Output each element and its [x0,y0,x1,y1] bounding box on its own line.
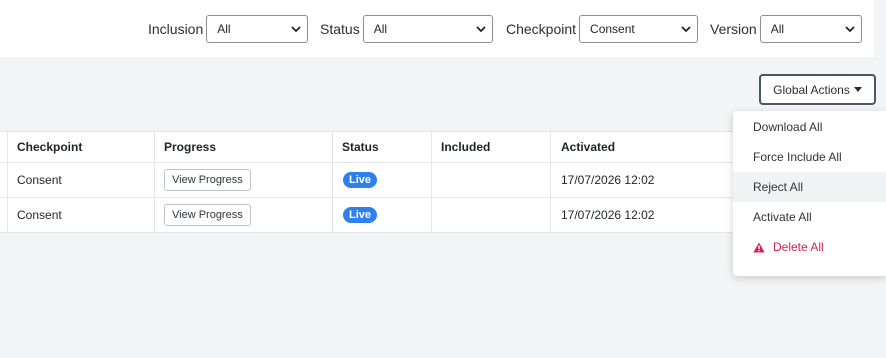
inclusion-label: Inclusion [148,21,204,37]
chevron-down-icon [845,26,855,33]
cell-status: Live [343,163,378,197]
checkpoint-select-value: Consent [590,22,635,36]
column-divider [550,163,551,197]
cell-activated: 17/07/2026 12:02 [561,208,655,222]
column-divider [7,163,8,197]
checkpoint-filter: Checkpoint Consent [506,14,699,44]
caret-down-icon [853,86,862,92]
menu-item-download-all[interactable]: Download All [733,112,886,142]
menu-item-label: Delete All [773,240,824,254]
column-divider [550,198,551,232]
chevron-down-icon [291,26,301,33]
menu-item-label: Force Include All [753,150,842,164]
inclusion-select[interactable]: All [206,15,309,43]
status-badge: Live [343,172,378,188]
version-filter: Version All [710,14,862,44]
header-included[interactable]: Included [441,132,490,162]
warning-icon [753,242,765,252]
status-select-value: All [373,22,388,36]
filter-bar: Inclusion All Status All Checkpoint Cons… [0,0,874,57]
version-label: Version [710,21,757,37]
inclusion-select-value: All [217,22,231,36]
column-divider [332,163,333,197]
status-label: Status [320,21,360,37]
menu-item-label: Download All [753,120,823,134]
column-divider [431,132,432,162]
menu-item-label: Activate All [753,210,812,224]
version-select[interactable]: All [759,15,862,43]
column-divider [332,132,333,162]
menu-item-delete-all[interactable]: Delete All [733,232,886,262]
view-progress-button[interactable]: View Progress [164,169,251,191]
global-actions-button[interactable]: Global Actions [759,74,876,105]
global-actions-menu: Download All Force Include All Reject Al… [733,111,886,276]
cell-checkpoint: Consent [17,208,62,222]
cell-progress: View Progress [164,163,251,197]
column-divider [7,198,8,232]
cell-progress: View Progress [164,198,251,232]
cell-status: Live [343,198,378,232]
menu-item-label: Reject All [753,180,804,194]
view-progress-button[interactable]: View Progress [164,204,251,226]
cell-activated: 17/07/2026 12:02 [561,173,655,187]
global-actions-label: Global Actions [773,82,850,97]
menu-item-reject-all[interactable]: Reject All [733,172,886,202]
header-checkpoint[interactable]: Checkpoint [17,132,82,162]
column-divider [550,132,551,162]
column-divider [154,132,155,162]
inclusion-filter: Inclusion All [148,14,309,44]
column-divider [154,198,155,232]
chevron-down-icon [476,26,486,33]
menu-item-force-include-all[interactable]: Force Include All [733,142,886,172]
header-activated[interactable]: Activated [561,132,615,162]
column-divider [431,198,432,232]
column-divider [7,132,8,162]
header-status[interactable]: Status [342,132,379,162]
status-select[interactable]: All [362,15,493,43]
column-divider [154,163,155,197]
column-divider [431,163,432,197]
status-filter: Status All [320,14,493,44]
version-select-value: All [770,22,785,36]
checkpoint-label: Checkpoint [506,21,577,37]
status-badge: Live [343,207,378,223]
menu-item-activate-all[interactable]: Activate All [733,202,886,232]
chevron-down-icon [681,26,691,33]
header-progress[interactable]: Progress [164,132,216,162]
column-divider [332,198,333,232]
cell-checkpoint: Consent [17,173,62,187]
checkpoint-select[interactable]: Consent [579,15,699,43]
